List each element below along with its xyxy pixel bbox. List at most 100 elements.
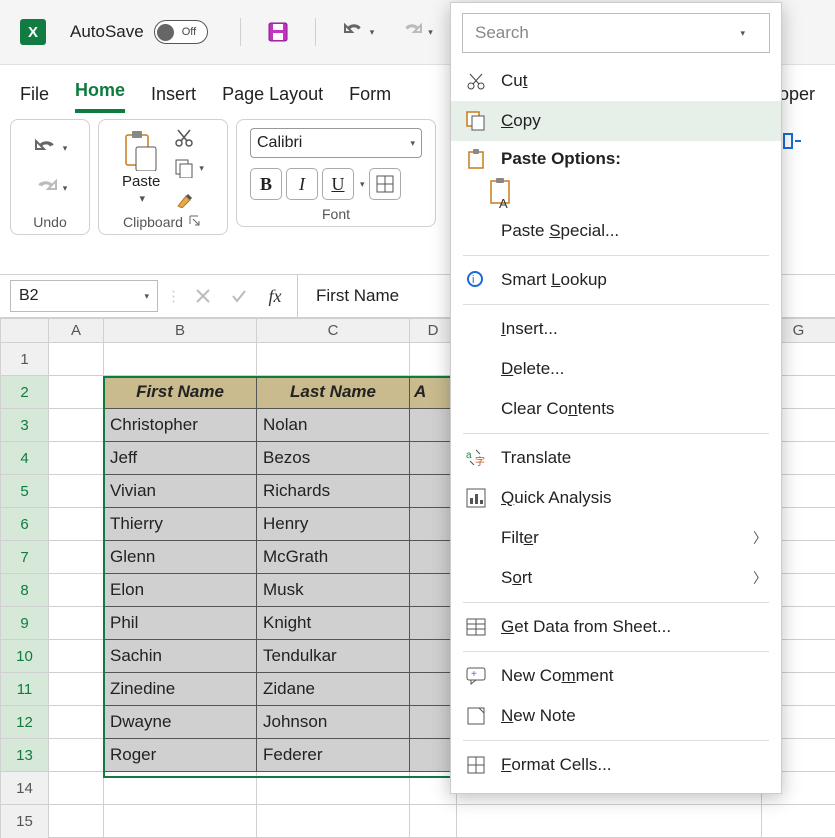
col-header-c[interactable]: C [257, 319, 410, 343]
row-header[interactable]: 14 [1, 772, 49, 805]
tab-page-layout[interactable]: Page Layout [222, 84, 323, 113]
menu-cut[interactable]: Cut [451, 61, 781, 101]
table-cell[interactable]: Elon [104, 574, 257, 607]
row-header[interactable]: 9 [1, 607, 49, 640]
font-name-select[interactable]: Calibri ▾ [250, 128, 422, 158]
undo-button-ribbon[interactable]: ▾ [29, 134, 72, 162]
table-cell[interactable]: Nolan [257, 409, 410, 442]
autosave-toggle[interactable]: Off [154, 20, 208, 44]
header-last-name[interactable]: Last Name [257, 376, 410, 409]
table-cell[interactable]: Bezos [257, 442, 410, 475]
redo-button[interactable]: ▾ [396, 18, 437, 46]
table-cell[interactable]: Sachin [104, 640, 257, 673]
col-header-a[interactable]: A [49, 319, 104, 343]
underline-button[interactable]: U [322, 168, 354, 200]
table-cell[interactable]: Knight [257, 607, 410, 640]
header-first-name[interactable]: First Name [104, 376, 257, 409]
dropdown-caret-icon[interactable]: ▾ [139, 192, 145, 205]
menu-format-cells[interactable]: Format Cells... [451, 745, 781, 785]
table-cell[interactable]: Thierry [104, 508, 257, 541]
table-cell[interactable]: Roger [104, 739, 257, 772]
svg-text:字: 字 [475, 455, 485, 468]
save-button[interactable] [263, 17, 293, 47]
select-all-corner[interactable] [1, 319, 49, 343]
svg-text:A: A [499, 196, 508, 210]
menu-paste-special[interactable]: Paste Special... [451, 211, 781, 251]
paste-option-default[interactable]: A [487, 177, 521, 211]
table-cell[interactable]: Jeff [104, 442, 257, 475]
row-header[interactable]: 2 [1, 376, 49, 409]
merge-button-partial[interactable] [779, 127, 807, 155]
row-header[interactable]: 5 [1, 475, 49, 508]
row-header[interactable]: 11 [1, 673, 49, 706]
clipboard-icon [465, 148, 487, 170]
row-header[interactable]: 8 [1, 574, 49, 607]
scissors-icon [465, 70, 487, 92]
menu-filter[interactable]: Filter 〉 [451, 518, 781, 558]
borders-button[interactable] [369, 168, 401, 200]
context-menu: Search ▾ Cut Copy Paste Options: A Paste… [450, 2, 782, 794]
row-header[interactable]: 3 [1, 409, 49, 442]
menu-sort[interactable]: Sort 〉 [451, 558, 781, 598]
table-cell[interactable]: Zidane [257, 673, 410, 706]
row-header[interactable]: 7 [1, 541, 49, 574]
menu-quick-analysis[interactable]: Quick Analysis [451, 478, 781, 518]
table-cell[interactable]: Zinedine [104, 673, 257, 706]
italic-button[interactable]: I [286, 168, 318, 200]
redo-button-ribbon[interactable]: ▾ [29, 174, 72, 202]
table-cell[interactable]: Federer [257, 739, 410, 772]
row-header[interactable]: 1 [1, 343, 49, 376]
row-header[interactable]: 10 [1, 640, 49, 673]
col-header-b[interactable]: B [104, 319, 257, 343]
cancel-edit-button[interactable] [189, 282, 217, 310]
menu-new-note[interactable]: New Note [451, 696, 781, 736]
paste-button[interactable]: Paste ▾ [122, 131, 160, 205]
name-box[interactable]: B2 ▾ [10, 280, 158, 312]
dialog-launcher-icon[interactable] [189, 215, 203, 229]
menu-translate[interactable]: a字 Translate [451, 438, 781, 478]
table-cell[interactable]: Phil [104, 607, 257, 640]
undo-button[interactable]: ▾ [338, 18, 379, 46]
row-header[interactable]: 4 [1, 442, 49, 475]
group-label-clipboard: Clipboard [123, 214, 183, 230]
group-label-font: Font [322, 206, 350, 222]
table-cell[interactable]: Glenn [104, 541, 257, 574]
table-cell[interactable]: Henry [257, 508, 410, 541]
menu-new-comment[interactable]: + New Comment [451, 656, 781, 696]
dropdown-caret-icon[interactable]: ▾ [370, 27, 375, 38]
format-painter-button[interactable] [174, 188, 204, 208]
menu-delete[interactable]: Delete... [451, 349, 781, 389]
toggle-knob [157, 24, 174, 41]
table-cell[interactable]: Christopher [104, 409, 257, 442]
tab-formulas-partial[interactable]: Form [349, 84, 391, 113]
row-header[interactable]: 15 [1, 805, 49, 838]
table-cell[interactable]: McGrath [257, 541, 410, 574]
format-cells-icon [465, 754, 487, 776]
dropdown-caret-icon[interactable]: ▾ [428, 27, 433, 38]
row-header[interactable]: 13 [1, 739, 49, 772]
menu-clear-contents[interactable]: Clear Contents [451, 389, 781, 429]
row-header[interactable]: 12 [1, 706, 49, 739]
menu-get-data[interactable]: Get Data from Sheet... [451, 607, 781, 647]
table-cell[interactable]: Johnson [257, 706, 410, 739]
table-cell[interactable]: Musk [257, 574, 410, 607]
menu-insert[interactable]: Insert... [451, 309, 781, 349]
table-cell[interactable]: Richards [257, 475, 410, 508]
tab-home[interactable]: Home [75, 80, 125, 113]
dropdown-caret-icon[interactable]: ▾ [360, 179, 365, 190]
table-cell[interactable]: Dwayne [104, 706, 257, 739]
tab-insert[interactable]: Insert [151, 84, 196, 113]
autosave-control[interactable]: AutoSave Off [70, 20, 208, 44]
row-header[interactable]: 6 [1, 508, 49, 541]
context-search-input[interactable]: Search ▾ [462, 13, 770, 53]
bold-button[interactable]: B [250, 168, 282, 200]
insert-function-button[interactable]: fx [261, 282, 289, 310]
confirm-edit-button[interactable] [225, 282, 253, 310]
table-cell[interactable]: Vivian [104, 475, 257, 508]
menu-smart-lookup[interactable]: i Smart Lookup [451, 260, 781, 300]
cut-button[interactable] [174, 128, 204, 148]
tab-file[interactable]: File [20, 84, 49, 113]
menu-copy[interactable]: Copy [451, 101, 781, 141]
copy-button[interactable]: ▾ [174, 158, 204, 178]
table-cell[interactable]: Tendulkar [257, 640, 410, 673]
